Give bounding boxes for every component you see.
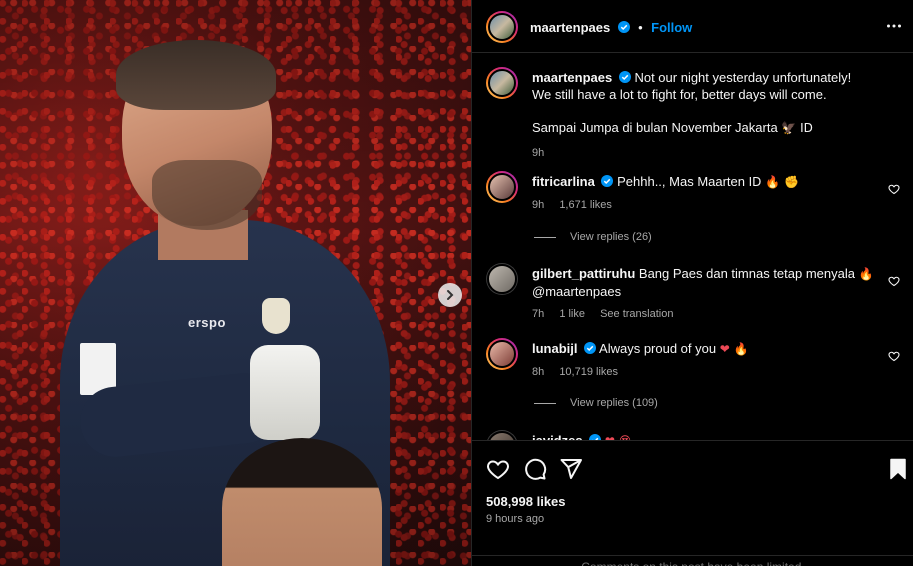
commenter-username[interactable]: lunabijl <box>532 341 578 356</box>
post-time-ago[interactable]: 9 hours ago <box>486 513 544 525</box>
share-icon[interactable] <box>559 457 583 481</box>
caption-avatar[interactable] <box>486 67 518 99</box>
comment-likes[interactable]: 1,671 likes <box>559 199 612 211</box>
verified-badge-icon <box>601 175 614 187</box>
goalkeeper-glove <box>250 345 320 440</box>
comment-likes[interactable]: 1 like <box>559 308 585 320</box>
comment-text: Always proud of you <box>599 341 717 356</box>
commenter-avatar[interactable] <box>486 430 518 440</box>
comment-likes[interactable]: 10,719 likes <box>559 366 618 378</box>
caption-line-3: Sampai Jumpa di bulan November Jakarta <box>532 120 778 135</box>
comment-emoji: ❤ 🔥 <box>719 342 749 356</box>
comment-like-heart-icon[interactable] <box>888 183 900 195</box>
author-username[interactable]: maartenpaes <box>530 20 610 35</box>
comment-mention[interactable]: @maartenpaes <box>532 283 882 300</box>
commenter-username[interactable]: fitricarlina <box>532 174 595 189</box>
comment-emoji: 🔥 <box>858 267 874 281</box>
next-media-button[interactable] <box>438 283 462 307</box>
post-media[interactable]: erspo <box>0 0 471 566</box>
next-arrow-icon <box>447 290 454 300</box>
comment-text: Bang Paes dan timnas tetap menyala <box>638 266 855 281</box>
bookmark-icon[interactable] <box>886 457 910 481</box>
post-header: maartenpaes • Follow <box>472 0 913 53</box>
view-replies-label: View replies (109) <box>570 397 658 409</box>
heart-icon[interactable] <box>486 457 510 481</box>
commenter-avatar[interactable] <box>486 171 518 203</box>
post-actions: 508,998 likes 9 hours ago Comments on th… <box>472 440 913 566</box>
verified-badge-icon <box>617 21 630 33</box>
comment-time[interactable]: 9h <box>532 199 544 211</box>
post-likes-count[interactable]: 508,998 likes <box>486 494 566 509</box>
caption-emoji: 🦅 ID <box>781 121 813 135</box>
verified-badge-icon <box>618 71 631 83</box>
comments-list[interactable]: maartenpaes Not our night yesterday unfo… <box>472 54 913 440</box>
author-avatar[interactable] <box>486 11 518 43</box>
comment-emoji: ID 🔥 ✊ <box>748 175 799 189</box>
verified-badge-icon <box>584 342 597 354</box>
follow-button[interactable]: Follow <box>651 20 692 35</box>
more-horizontal-icon[interactable] <box>886 18 902 34</box>
commenter-username[interactable]: gilbert_pattiruhu <box>532 266 635 281</box>
caption-line-1: Not our night yesterday unfortunately! <box>634 70 852 85</box>
comment-like-heart-icon[interactable] <box>888 350 900 362</box>
comments-limited-notice: Comments on this post have been limited. <box>472 555 913 566</box>
jersey-brand: erspo <box>188 315 226 330</box>
caption-username[interactable]: maartenpaes <box>532 70 612 85</box>
comment-text: Pehhh.., Mas Maarten <box>617 174 746 189</box>
see-translation-button[interactable]: See translation <box>600 308 673 320</box>
view-replies-button[interactable]: View replies (109) <box>534 397 658 409</box>
view-replies-button[interactable]: View replies (26) <box>534 231 652 243</box>
commenter-avatar[interactable] <box>486 338 518 370</box>
comment-time[interactable]: 7h <box>532 308 544 320</box>
comment-time[interactable]: 8h <box>532 366 544 378</box>
view-replies-label: View replies (26) <box>570 231 652 243</box>
commenter-username[interactable]: javidzes <box>532 433 583 440</box>
team-crest <box>262 298 290 334</box>
child-figure <box>222 438 382 566</box>
header-separator: • <box>638 20 643 35</box>
post-side-panel: maartenpaes • Follow maartenpaes Not our… <box>471 0 913 566</box>
comment-like-heart-icon[interactable] <box>888 275 900 287</box>
comment-icon[interactable] <box>523 457 547 481</box>
caption-line-2: We still have a lot to fight for, better… <box>532 87 827 102</box>
commenter-avatar[interactable] <box>486 263 518 295</box>
caption-time: 9h <box>532 147 545 159</box>
